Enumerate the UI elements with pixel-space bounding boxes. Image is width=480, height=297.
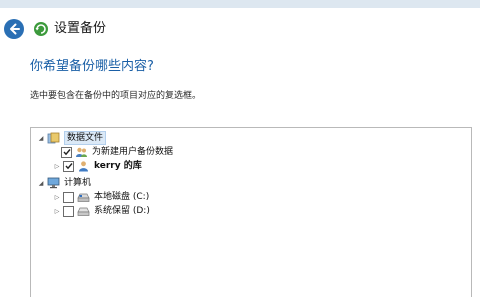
tree-node-libraries[interactable]: ◢ 数据文件	[37, 131, 107, 145]
tree-node-kerry-libraries[interactable]: ▷ kerry 的库	[53, 159, 142, 173]
users-icon	[76, 147, 87, 157]
tree-label-local-disk-c: 本地磁盘 (C:)	[94, 192, 150, 202]
computer-icon	[47, 177, 60, 189]
tree-label-kerry-libraries: kerry 的库	[94, 161, 142, 171]
user-icon	[79, 161, 88, 172]
hard-drive-icon	[77, 193, 90, 202]
checkbox-system-reserved-d[interactable]	[63, 205, 74, 217]
window-top-strip	[0, 0, 480, 8]
tree-label-new-user-data: 为新建用户备份数据	[92, 147, 174, 157]
checkmark-icon	[62, 149, 71, 156]
setup-backup-window: 设置备份 你希望备份哪些内容? 选中要包含在备份中的项目对应的复选框。 ◢ 数据…	[0, 0, 480, 297]
libraries-icon	[47, 132, 60, 144]
tree-label-system-reserved-d: 系统保留 (D:)	[94, 206, 150, 216]
tree-label-libraries: 数据文件	[64, 131, 107, 145]
page-title: 设置备份	[54, 21, 107, 36]
tree-node-new-user-data[interactable]: 为新建用户备份数据	[61, 145, 173, 159]
question-heading: 你希望备份哪些内容?	[30, 59, 154, 74]
backup-icon	[34, 22, 48, 36]
header: 设置备份	[0, 8, 480, 48]
tree-label-computer: 计算机	[64, 178, 92, 188]
collapse-arrow-icon[interactable]: ▷	[53, 193, 61, 201]
instruction-text: 选中要包含在备份中的项目对应的复选框。	[30, 91, 202, 101]
tree-node-system-reserved-d[interactable]: ▷ 系统保留 (D:)	[53, 204, 150, 218]
expand-arrow-icon[interactable]: ◢	[37, 134, 45, 142]
hard-drive-icon	[77, 207, 90, 216]
checkmark-icon	[64, 163, 73, 170]
expand-arrow-icon[interactable]: ◢	[37, 179, 45, 187]
collapse-arrow-icon[interactable]: ▷	[53, 207, 61, 215]
collapse-arrow-icon[interactable]: ▷	[53, 162, 61, 170]
tree-node-computer[interactable]: ◢ 计算机	[37, 176, 91, 190]
tree-node-local-disk-c[interactable]: ▷ 本地磁盘 (C:)	[53, 190, 149, 204]
backup-item-tree[interactable]: ◢ 数据文件 为新建用户备份数据 ▷ kerry 的库 ◢ 计算机 ▷ 本地磁盘…	[30, 127, 472, 297]
back-arrow-icon[interactable]	[4, 19, 24, 39]
checkbox-new-user-data[interactable]	[61, 146, 72, 158]
checkbox-kerry-libraries[interactable]	[63, 160, 74, 172]
checkbox-local-disk-c[interactable]	[63, 191, 74, 203]
